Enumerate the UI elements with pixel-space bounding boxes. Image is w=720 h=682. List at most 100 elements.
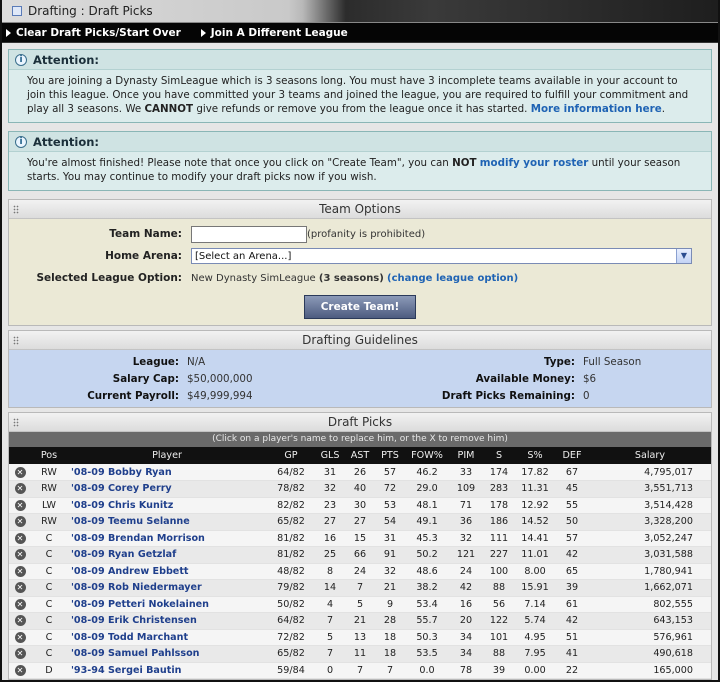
player-name-link[interactable]: '08-09 Chris Kunitz — [67, 497, 267, 514]
cell-fow-: 0.0 — [405, 662, 449, 679]
cell-salary: 3,551,713 — [589, 480, 711, 498]
cell-gp: 81/82 — [267, 530, 315, 547]
attention-message: You are joining a Dynasty SimLeague whic… — [27, 75, 689, 115]
remove-player-icon[interactable]: ✕ — [14, 598, 26, 610]
cell-salary: 4,795,017 — [589, 464, 711, 481]
cell-salary: 3,328,200 — [589, 513, 711, 531]
drag-grip-icon[interactable] — [13, 418, 19, 427]
cell-s-: 11.01 — [515, 546, 555, 564]
table-row: ✕ C '08-09 Todd Marchant 72/82 5 13 18 50.3 34 10… — [9, 629, 711, 646]
player-name-link[interactable]: '08-09 Samuel Pahlsson — [67, 645, 267, 663]
remove-player-icon[interactable]: ✕ — [14, 516, 26, 528]
cell-pim: 42 — [449, 579, 483, 597]
table-row: ✕ C '08-09 Ryan Getzlaf 81/82 25 66 91 50.2 121 2… — [9, 546, 711, 564]
join-different-league-button[interactable]: Join A Different League — [200, 27, 348, 39]
table-header-row: Pos Player GP GLS AST PTS FOW% PIM S S% … — [9, 447, 711, 464]
remove-player-icon[interactable]: ✕ — [14, 499, 26, 511]
cell-fow-: 29.0 — [405, 480, 449, 498]
remove-player-icon[interactable]: ✕ — [14, 648, 26, 660]
cell-fow-: 48.1 — [405, 497, 449, 514]
cell-def: 22 — [555, 662, 589, 679]
player-name-link[interactable]: '08-09 Todd Marchant — [67, 629, 267, 646]
player-name-link[interactable]: '08-09 Brendan Morrison — [67, 530, 267, 547]
cell-pts: 18 — [375, 645, 405, 663]
cell-gls: 0 — [315, 662, 345, 679]
cell-salary: 490,618 — [589, 645, 711, 663]
player-name-link[interactable]: '08-09 Bobby Ryan — [67, 464, 267, 481]
drag-grip-icon[interactable] — [13, 336, 19, 345]
player-name-link[interactable]: '08-09 Andrew Ebbett — [67, 563, 267, 580]
cell-gp: 81/82 — [267, 546, 315, 564]
cell-pos: C — [31, 596, 67, 613]
cell-s: 101 — [483, 629, 515, 646]
change-league-option-link[interactable]: (change league option) — [387, 273, 518, 284]
cell-ast: 66 — [345, 546, 375, 564]
player-name-link[interactable]: '08-09 Ryan Getzlaf — [67, 546, 267, 564]
cell-salary: 643,153 — [589, 612, 711, 630]
cell-salary: 802,555 — [589, 596, 711, 613]
cell-def: 42 — [555, 612, 589, 630]
table-row: ✕ C '08-09 Samuel Pahlsson 65/82 7 11 18 53.5 34… — [9, 645, 711, 663]
draft-picks-instructions: (Click on a player's name to replace him… — [9, 432, 711, 447]
cell-def: 45 — [555, 480, 589, 498]
player-name-link[interactable]: '08-09 Petteri Nokelainen — [67, 596, 267, 613]
player-name-link[interactable]: '08-09 Teemu Selanne — [67, 513, 267, 531]
remove-player-icon[interactable]: ✕ — [14, 483, 26, 495]
profanity-note: (profanity is prohibited) — [307, 228, 426, 240]
remove-player-icon[interactable]: ✕ — [14, 615, 26, 627]
team-name-row: Team Name: (profanity is prohibited) — [9, 223, 711, 245]
clear-draft-picks-button[interactable]: Clear Draft Picks/Start Over — [6, 27, 181, 39]
cell-ast: 21 — [345, 612, 375, 630]
cell-gls: 4 — [315, 596, 345, 613]
drag-grip-icon[interactable] — [13, 205, 19, 214]
remove-player-icon[interactable]: ✕ — [14, 532, 26, 544]
cell-gls: 25 — [315, 546, 345, 564]
cell-pts: 7 — [375, 662, 405, 679]
cell-s: 174 — [483, 464, 515, 481]
attention-box-dynasty: i Attention: You are joining a Dynasty S… — [8, 49, 712, 123]
cell-gls: 7 — [315, 645, 345, 663]
cell-pos: D — [31, 662, 67, 679]
cell-pim: 36 — [449, 513, 483, 531]
remove-player-icon[interactable]: ✕ — [14, 466, 26, 478]
cell-ast: 13 — [345, 629, 375, 646]
app-window: Drafting : Draft Picks Clear Draft Picks… — [0, 0, 720, 682]
cell-fow-: 50.3 — [405, 629, 449, 646]
cell-s: 186 — [483, 513, 515, 531]
player-name-link[interactable]: '08-09 Erik Christensen — [67, 612, 267, 630]
cell-s: 111 — [483, 530, 515, 547]
cell-def: 41 — [555, 645, 589, 663]
team-name-input[interactable] — [191, 225, 307, 243]
table-row: ✕ C '08-09 Petteri Nokelainen 50/82 4 5 9 53.4 1… — [9, 596, 711, 613]
table-row: ✕ RW '08-09 Teemu Selanne 65/82 27 27 54 49.1 36… — [9, 513, 711, 531]
team-options-body: Team Name: (profanity is prohibited) Hom… — [9, 219, 711, 325]
player-name-link[interactable]: '08-09 Corey Perry — [67, 480, 267, 498]
modify-roster-link[interactable]: modify your roster — [480, 157, 589, 169]
player-name-link[interactable]: '08-09 Rob Niedermayer — [67, 579, 267, 597]
cell-s: 39 — [483, 662, 515, 679]
cell-gp: 78/82 — [267, 480, 315, 498]
main-content: i Attention: You are joining a Dynasty S… — [2, 43, 718, 680]
home-arena-row: Home Arena: [Select an Arena...] ▼ — [9, 245, 711, 267]
remove-player-icon[interactable]: ✕ — [14, 565, 26, 577]
create-team-button[interactable]: Create Team! — [304, 295, 416, 319]
remove-player-icon[interactable]: ✕ — [14, 549, 26, 561]
remove-player-icon[interactable]: ✕ — [14, 582, 26, 594]
remove-player-icon[interactable]: ✕ — [14, 664, 26, 676]
draft-picks-panel: Draft Picks (Click on a player's name to… — [8, 412, 712, 680]
remove-player-icon[interactable]: ✕ — [14, 631, 26, 643]
attention-box-finish: i Attention: You're almost finished! Ple… — [8, 131, 712, 191]
cell-s-: 7.14 — [515, 596, 555, 613]
more-information-link[interactable]: More information here — [531, 103, 662, 115]
cell-gls: 31 — [315, 464, 345, 481]
type-value: Full Season — [583, 355, 642, 368]
home-arena-select[interactable]: [Select an Arena...] ▼ — [191, 248, 692, 264]
cell-gls: 14 — [315, 579, 345, 597]
chevron-down-icon[interactable]: ▼ — [676, 249, 691, 263]
player-name-link[interactable]: '93-94 Sergei Bautin — [67, 662, 267, 679]
cell-def: 57 — [555, 530, 589, 547]
cell-gp: 59/84 — [267, 662, 315, 679]
cell-s: 100 — [483, 563, 515, 580]
cell-s: 283 — [483, 480, 515, 498]
cell-fow-: 55.7 — [405, 612, 449, 630]
